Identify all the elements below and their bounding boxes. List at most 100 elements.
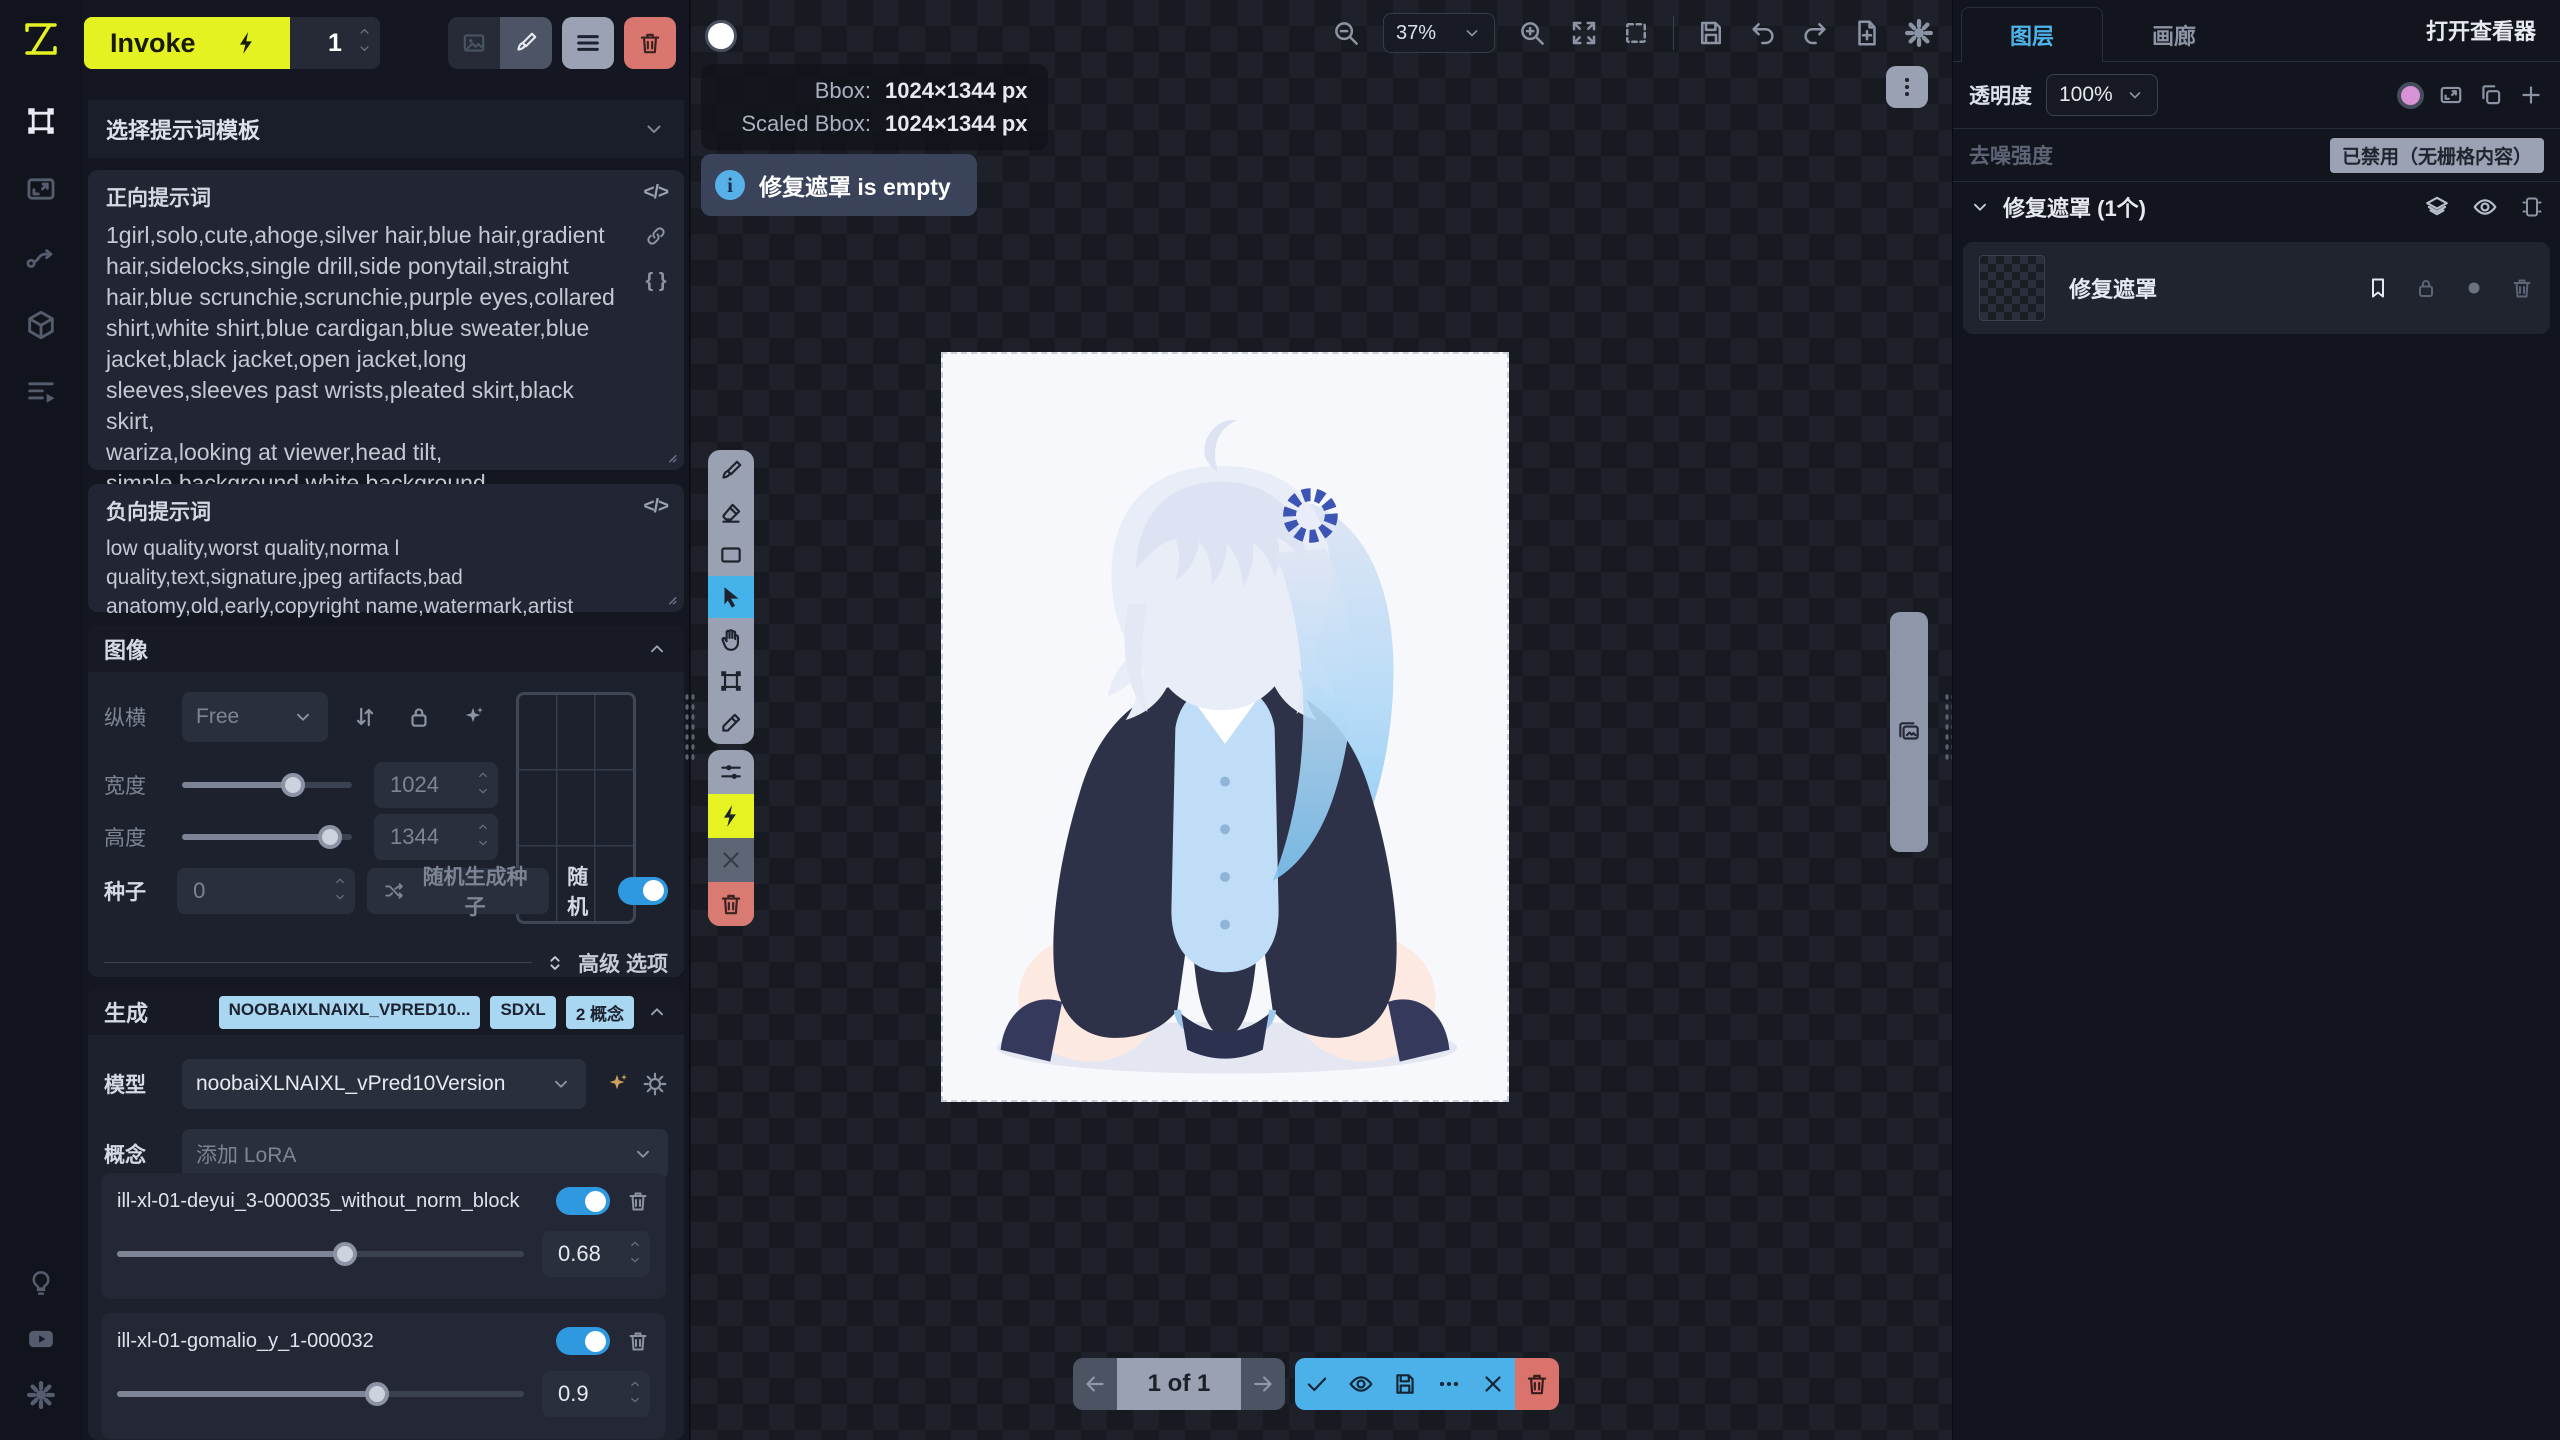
lora-weight-input[interactable]: 0.68 [542,1231,650,1277]
resize-grip-icon[interactable] [660,446,678,464]
optimize-size-button[interactable] [460,704,486,730]
invoke-region-tool[interactable] [708,794,754,838]
prompt-syntax-icon[interactable]: </> [644,496,668,518]
canvas-area[interactable]: 37% Bbox:1024×1344 px Scaled Bbox:1024×1… [691,0,1952,1440]
aspect-ratio-select[interactable]: Free [182,692,328,742]
merge-layers-button[interactable] [2424,194,2450,220]
link-icon[interactable] [644,224,668,248]
prompt-syntax-icon[interactable]: </> [644,182,668,204]
tab-layers[interactable]: 图层 [1961,7,2103,62]
model-settings-button[interactable] [642,1071,668,1097]
lora-enabled-toggle[interactable] [556,1327,610,1355]
lora-enabled-toggle[interactable] [556,1187,610,1215]
add-layer-button[interactable] [2518,82,2544,108]
queue-count-arrows[interactable] [357,24,372,56]
braces-icon[interactable]: { } [645,270,666,293]
add-lora-select[interactable]: 添加 LoRA [182,1129,668,1179]
random-seed-toggle[interactable] [618,877,668,905]
generation-section-header[interactable]: 生成 NOOBAIXLNAIXL_VPRED10... SDXL 2 概念 [88,989,684,1035]
lock-icon[interactable] [2414,276,2438,300]
width-input[interactable]: 1024 [374,762,498,808]
nav-image-icon[interactable] [22,170,60,208]
fit-bbox-button[interactable] [1621,18,1651,48]
duplicate-layer-button[interactable] [2478,82,2504,108]
accept-button[interactable] [1295,1358,1339,1410]
gallery-flyout-handle[interactable] [1890,612,1928,852]
next-image-button[interactable] [1241,1358,1285,1410]
random-seed-button[interactable]: 随机生成种子 [367,868,549,914]
opacity-select[interactable]: 100% [2046,74,2158,116]
lora-delete-button[interactable] [626,1329,650,1353]
preview-button[interactable] [1339,1358,1383,1410]
more-options-button[interactable] [1427,1358,1471,1410]
save-image-button[interactable] [1383,1358,1427,1410]
zoom-in-button[interactable] [1517,18,1547,48]
layer-item[interactable]: 修复遮罩 [1963,242,2550,334]
image-mode-button[interactable] [448,17,500,69]
width-slider[interactable] [182,762,352,808]
clear-queue-button[interactable] [624,17,676,69]
queue-count-stepper[interactable]: 1 [290,17,380,69]
brush-color-swatch[interactable] [705,20,737,52]
delete-tool[interactable] [708,882,754,926]
tab-gallery[interactable]: 画廊 [2103,7,2245,62]
brush-mode-button[interactable] [500,17,552,69]
new-session-button[interactable] [1852,18,1882,48]
generated-image[interactable] [941,352,1509,1102]
fit-to-view-button[interactable] [1569,18,1599,48]
eraser-tool[interactable] [708,492,754,534]
layer-color-icon[interactable] [2462,276,2486,300]
menu-button[interactable] [562,17,614,69]
crop-to-bbox-button[interactable] [2520,195,2544,219]
swap-dimensions-button[interactable] [352,704,378,730]
zoom-out-button[interactable] [1331,18,1361,48]
lora-weight-input[interactable]: 0.9 [542,1371,650,1417]
lora-weight-slider[interactable] [117,1231,524,1277]
undo-button[interactable] [1748,18,1778,48]
select-tool[interactable] [708,576,754,618]
seed-input[interactable]: 0 [177,868,355,914]
nav-canvas-icon[interactable] [22,102,60,140]
layer-delete-icon[interactable] [2510,276,2534,300]
model-sparkle-button[interactable] [604,1071,630,1097]
invoke-button[interactable]: Invoke [84,17,290,69]
nav-models-icon[interactable] [22,306,60,344]
redo-button[interactable] [1800,18,1830,48]
fit-layer-button[interactable] [2438,82,2464,108]
canvas-settings-button[interactable] [1904,18,1934,48]
open-viewer-button[interactable]: 打开查看器 [2426,0,2536,61]
filter-tool[interactable] [708,750,754,794]
panel-resize-handle[interactable] [684,692,696,762]
prev-image-button[interactable] [1073,1358,1117,1410]
model-select[interactable]: noobaiXLNAIXL_vPred10Version [182,1059,586,1109]
lock-aspect-button[interactable] [406,704,432,730]
discard-button[interactable] [1515,1358,1559,1410]
group-visibility-button[interactable] [2472,194,2498,220]
height-slider[interactable] [182,814,352,860]
support-bulb-icon[interactable] [22,1264,60,1302]
youtube-icon[interactable] [22,1320,60,1358]
lora-weight-slider[interactable] [117,1371,524,1417]
prompt-template-selector[interactable]: 选择提示词模板 [88,100,684,158]
zoom-level-select[interactable]: 37% [1383,13,1495,53]
advanced-options-row[interactable]: 高级 选项 [104,948,668,977]
mask-group-header[interactable]: 修复遮罩 (1个) [1953,182,2560,232]
settings-gear-icon[interactable] [22,1376,60,1414]
brush-tool[interactable] [708,450,754,492]
pan-tool[interactable] [708,618,754,660]
nav-queue-icon[interactable] [22,374,60,412]
color-picker-tool[interactable] [708,702,754,744]
image-section-header[interactable]: 图像 [88,626,684,672]
nav-workflows-icon[interactable] [22,238,60,276]
save-canvas-button[interactable] [1696,18,1726,48]
lora-delete-button[interactable] [626,1189,650,1213]
resize-grip-icon[interactable] [660,588,678,606]
bookmark-icon[interactable] [2366,276,2390,300]
transform-tool[interactable] [708,660,754,702]
cancel-tool[interactable] [708,838,754,882]
canvas-menu-button[interactable] [1886,66,1928,108]
height-input[interactable]: 1344 [374,814,498,860]
mask-color-swatch[interactable] [2397,82,2424,109]
rect-tool[interactable] [708,534,754,576]
dismiss-button[interactable] [1471,1358,1515,1410]
